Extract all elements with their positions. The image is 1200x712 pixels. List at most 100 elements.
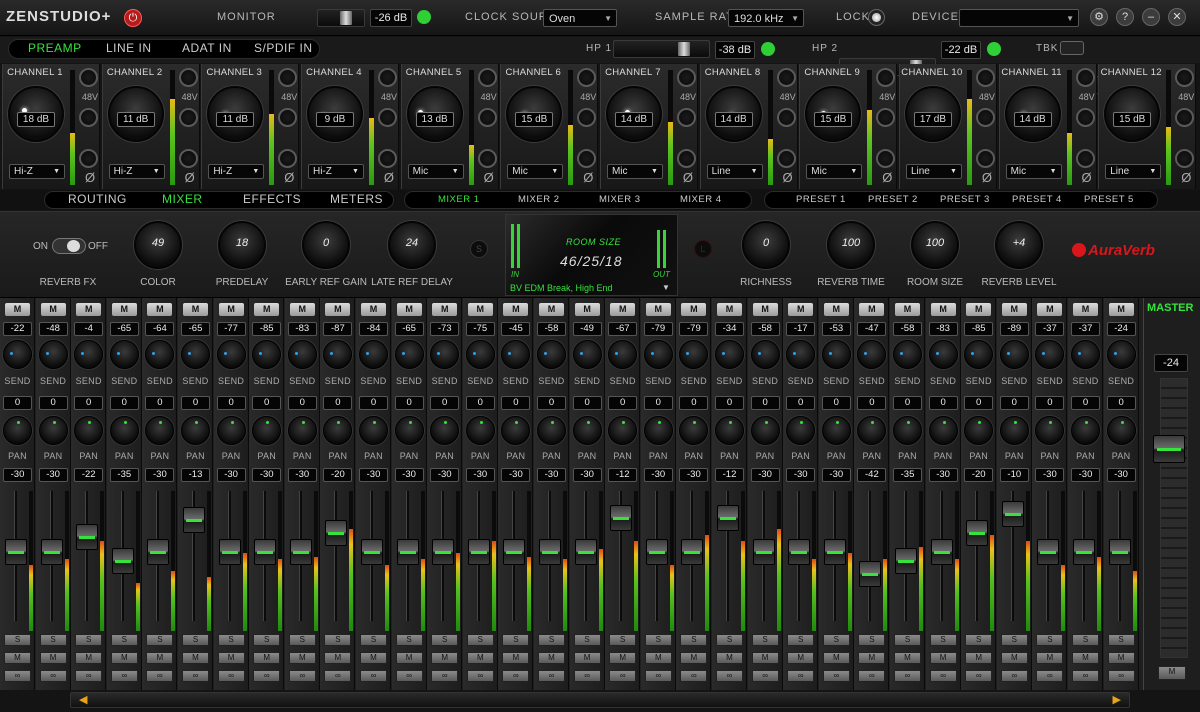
tab-adat-in[interactable]: ADAT IN — [182, 41, 232, 55]
tab-mixer-2[interactable]: MIXER 2 — [518, 194, 560, 205]
mute-button[interactable]: M — [1000, 652, 1028, 664]
mute-button[interactable]: M — [717, 303, 742, 316]
tab-mixer-4[interactable]: MIXER 4 — [680, 194, 722, 205]
richness-knob[interactable]: 0 — [742, 221, 790, 269]
channel-fader[interactable] — [289, 539, 312, 565]
solo-button[interactable]: S — [538, 634, 565, 646]
channel-fader[interactable] — [895, 548, 917, 574]
master-mute-button[interactable]: M — [1158, 666, 1186, 680]
phase-button[interactable] — [577, 149, 597, 168]
solo-button[interactable]: S — [110, 634, 138, 646]
reverb-time-knob[interactable]: 100 — [827, 221, 875, 269]
mute-button[interactable]: M — [929, 652, 957, 664]
link-button[interactable]: ∞ — [822, 670, 850, 682]
link-button[interactable] — [477, 108, 497, 127]
pan-knob[interactable] — [786, 416, 816, 445]
pan-knob[interactable] — [465, 416, 495, 445]
send-knob[interactable] — [821, 340, 851, 369]
pan-knob[interactable] — [1035, 416, 1065, 445]
link-button[interactable]: ∞ — [146, 670, 174, 682]
link-button[interactable]: ∞ — [894, 670, 921, 682]
pan-knob[interactable] — [964, 416, 994, 445]
mute-button[interactable]: M — [645, 303, 671, 316]
link-button[interactable] — [278, 108, 298, 127]
link-button[interactable]: ∞ — [288, 670, 316, 682]
phantom-button[interactable] — [377, 68, 397, 87]
link-button[interactable]: ∞ — [4, 670, 31, 682]
tab-meters[interactable]: METERS — [330, 192, 383, 206]
mute-button[interactable]: M — [146, 652, 174, 664]
solo-button[interactable]: S — [502, 634, 530, 646]
tab-effects[interactable]: EFFECTS — [243, 192, 301, 206]
pan-knob[interactable] — [715, 416, 744, 445]
mute-button[interactable]: M — [395, 652, 423, 664]
link-button[interactable]: ∞ — [751, 670, 779, 682]
send-knob[interactable] — [715, 340, 744, 369]
mute-button[interactable]: M — [681, 303, 707, 316]
channel-fader[interactable] — [5, 539, 27, 565]
minimize-button[interactable]: – — [1142, 8, 1160, 26]
mute-button[interactable]: M — [503, 303, 529, 316]
link-button[interactable]: ∞ — [324, 670, 352, 682]
input-source-select[interactable]: Mic ▼ — [606, 164, 663, 179]
send-knob[interactable] — [145, 340, 175, 369]
mute-button[interactable]: M — [788, 303, 814, 316]
pan-knob[interactable] — [74, 416, 104, 445]
channel-fader[interactable] — [1073, 539, 1095, 565]
pan-knob[interactable] — [323, 416, 353, 445]
hp1-speaker-icon[interactable] — [761, 42, 775, 56]
mute-button[interactable]: M — [539, 303, 564, 316]
mute-button[interactable]: M — [218, 303, 244, 316]
mute-button[interactable]: M — [147, 303, 173, 316]
channel-fader[interactable] — [467, 539, 490, 565]
room-size-knob[interactable]: 100 — [911, 221, 959, 269]
solo-button[interactable]: S — [466, 634, 494, 646]
pan-knob[interactable] — [1106, 416, 1136, 445]
channel-fader[interactable] — [254, 539, 277, 565]
monitor-slider[interactable] — [317, 9, 365, 27]
link-button[interactable]: ∞ — [787, 670, 815, 682]
channel-fader[interactable] — [1108, 539, 1131, 565]
send-knob[interactable] — [643, 340, 673, 369]
channel-fader[interactable] — [574, 539, 597, 565]
mute-button[interactable]: M — [75, 652, 103, 664]
link-button[interactable]: ∞ — [431, 670, 459, 682]
solo-button[interactable]: S — [1000, 634, 1028, 646]
mute-button[interactable]: M — [716, 652, 743, 664]
pan-knob[interactable] — [430, 416, 460, 445]
channel-fader[interactable] — [539, 539, 561, 565]
solo-button[interactable]: S — [1072, 634, 1099, 646]
gear-icon[interactable]: ⚙ — [1090, 8, 1108, 26]
mute-button[interactable]: M — [822, 652, 850, 664]
hp1-slider[interactable] — [613, 40, 710, 58]
phase-button[interactable] — [477, 149, 497, 168]
link-button[interactable] — [1075, 108, 1095, 127]
link-button[interactable] — [876, 108, 896, 127]
channel-fader[interactable] — [645, 539, 668, 565]
mute-button[interactable]: M — [751, 652, 779, 664]
channel-fader[interactable] — [111, 548, 134, 574]
color-knob[interactable]: 49 — [134, 221, 182, 269]
mute-button[interactable]: M — [360, 652, 387, 664]
solo-button[interactable]: S — [395, 634, 423, 646]
send-knob[interactable] — [537, 340, 566, 369]
link-button[interactable]: ∞ — [1000, 670, 1028, 682]
input-source-select[interactable]: Hi-Z ▼ — [108, 164, 165, 179]
mute-button[interactable]: M — [610, 303, 636, 316]
solo-button[interactable]: S — [965, 634, 993, 646]
link-button[interactable] — [676, 108, 696, 127]
channel-fader[interactable] — [147, 539, 170, 565]
mute-button[interactable]: M — [467, 303, 493, 316]
solo-button[interactable]: S — [751, 634, 779, 646]
send-knob[interactable] — [252, 340, 282, 369]
mute-button[interactable]: M — [76, 303, 102, 316]
l-button[interactable]: L — [694, 240, 712, 258]
mute-button[interactable]: M — [1072, 652, 1099, 664]
phantom-button[interactable] — [477, 68, 497, 87]
pan-knob[interactable] — [893, 416, 922, 445]
scroll-right-icon[interactable]: ▶ — [1113, 693, 1121, 706]
pan-knob[interactable] — [1071, 416, 1100, 445]
solo-button[interactable]: S — [644, 634, 672, 646]
link-button[interactable]: ∞ — [1072, 670, 1099, 682]
send-knob[interactable] — [608, 340, 638, 369]
